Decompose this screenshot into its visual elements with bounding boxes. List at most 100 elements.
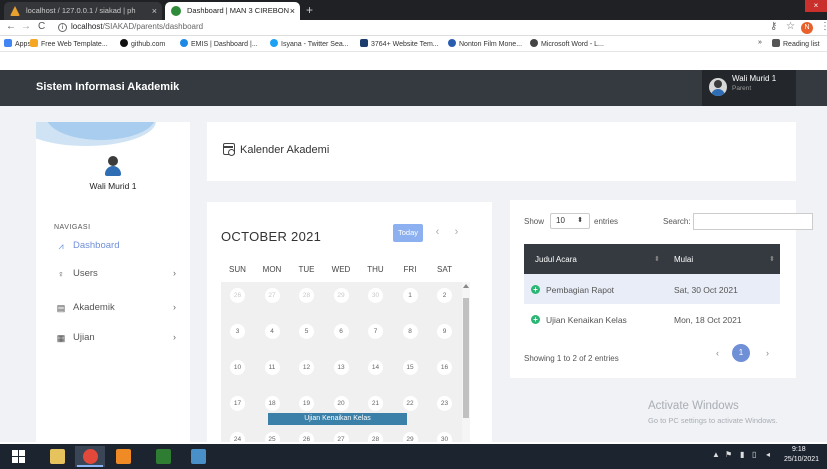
column-header-mulai[interactable]: Mulai <box>674 255 693 264</box>
tray-up-arrow-icon[interactable]: ▲ <box>712 450 720 459</box>
day-cell[interactable]: 4 <box>256 318 289 353</box>
taskbar-file-explorer[interactable] <box>42 446 72 467</box>
day-cell[interactable]: 3 <box>221 318 254 353</box>
taskbar-excel[interactable] <box>148 446 178 467</box>
day-cell[interactable]: 10 <box>221 354 254 389</box>
tray-network-icon[interactable]: ▯ <box>752 450 756 459</box>
day-cell[interactable]: 15 <box>394 354 427 389</box>
day-cell[interactable]: 25 <box>256 426 289 442</box>
day-cell[interactable]: 13 <box>325 354 358 389</box>
profile-avatar[interactable]: N <box>801 22 813 34</box>
pagination-next-button[interactable]: › <box>766 348 769 358</box>
sidebar-item-ujian[interactable]: ▦ Ujian › <box>56 332 176 346</box>
taskbar-date[interactable]: 25/10/2021 <box>784 456 819 463</box>
taskbar-time[interactable]: 9:18 <box>792 446 806 453</box>
windows-start-icon[interactable] <box>12 450 25 463</box>
day-cell[interactable]: 26 <box>290 426 323 442</box>
bookmark-free-web-template[interactable]: Free Web Template... <box>30 39 108 48</box>
day-cell[interactable]: 27 <box>325 426 358 442</box>
forward-arrow-icon[interactable]: → <box>21 21 31 32</box>
menu-dots-icon[interactable]: ⋮ <box>820 21 827 32</box>
day-cell[interactable]: 29 <box>325 282 358 317</box>
day-cell[interactable]: 28 <box>359 426 392 442</box>
url-field[interactable]: i localhost/SIAKAD/parents/dashboard <box>58 22 203 32</box>
brand-title[interactable]: Sistem Informasi Akademik <box>36 81 179 93</box>
day-number: 24 <box>230 432 245 442</box>
entries-select[interactable]: 10 ⬍ <box>550 213 590 229</box>
bookmark-website-template[interactable]: 3764+ Website Tem... <box>360 39 439 48</box>
expand-plus-icon[interactable]: + <box>531 285 540 294</box>
info-icon[interactable]: i <box>58 23 67 32</box>
day-number: 3 <box>230 324 245 339</box>
back-arrow-icon[interactable]: ← <box>6 21 16 32</box>
tray-flag-icon[interactable]: ⚑ <box>725 450 732 459</box>
day-cell[interactable]: 26 <box>221 282 254 317</box>
day-cell[interactable]: 5 <box>290 318 323 353</box>
day-of-week-3: WED <box>324 259 358 281</box>
event-start: Mon, 18 Oct 2021 <box>674 315 742 325</box>
taskbar-chrome[interactable] <box>75 446 105 467</box>
bookmark-github[interactable]: github.com <box>120 39 165 48</box>
reload-icon[interactable]: C <box>38 21 45 32</box>
day-cell[interactable]: 7 <box>359 318 392 353</box>
day-cell[interactable]: 30 <box>359 282 392 317</box>
pagination-current-page[interactable]: 1 <box>732 344 750 362</box>
app-body: Wali Murid 1 NAVIGASI ⩘ Dashboard ♀ User… <box>0 106 827 442</box>
day-cell[interactable]: 29 <box>394 426 427 442</box>
tab-close-icon[interactable]: × <box>152 2 157 20</box>
day-cell[interactable]: 8 <box>394 318 427 353</box>
day-cell[interactable]: 11 <box>256 354 289 389</box>
tray-signal-icon[interactable]: ▮ <box>740 450 744 459</box>
search-input[interactable] <box>693 213 813 230</box>
scroll-thumb[interactable] <box>463 298 469 418</box>
day-cell[interactable]: 14 <box>359 354 392 389</box>
table-row[interactable]: + Pembagian Rapot Sat, 30 Oct 2021 <box>524 274 780 304</box>
bookmark-nonton-film[interactable]: Nonton Film Mone... <box>448 39 522 48</box>
tab-close-icon[interactable]: × <box>290 2 295 20</box>
day-cell[interactable]: 27 <box>256 282 289 317</box>
bookmark-microsoft-word[interactable]: Microsoft Word - L... <box>530 39 604 48</box>
day-cell[interactable]: 28 <box>290 282 323 317</box>
browser-tab-phpmyadmin[interactable]: localhost / 127.0.0.1 / siakad | ph × <box>4 2 162 20</box>
next-month-button[interactable]: › <box>448 224 465 242</box>
column-header-judul[interactable]: Judul Acara <box>535 255 577 264</box>
day-cell[interactable]: 17 <box>221 390 254 425</box>
day-cell[interactable]: 2 <box>428 282 461 317</box>
table-row[interactable]: + Ujian Kenaikan Kelas Mon, 18 Oct 2021 <box>524 304 780 334</box>
day-cell[interactable]: 6 <box>325 318 358 353</box>
day-cell[interactable]: 24 <box>221 426 254 442</box>
calendar-event[interactable]: Ujian Kenaikan Kelas <box>268 413 407 425</box>
bookmark-apps[interactable]: Apps <box>4 39 31 48</box>
more-bookmarks-button[interactable]: » <box>758 39 762 46</box>
tray-volume-icon[interactable]: ◂ <box>766 450 770 459</box>
user-menu[interactable]: Wali Murid 1 Parent <box>702 70 796 106</box>
taskbar-notes[interactable] <box>183 446 213 467</box>
sidebar-item-users[interactable]: ♀ Users › <box>56 268 176 282</box>
reading-list-button[interactable]: Reading list <box>772 39 820 48</box>
chevron-right-icon: › <box>173 268 176 278</box>
today-button[interactable]: Today <box>393 224 423 242</box>
day-cell[interactable]: 30 <box>428 426 461 442</box>
expand-plus-icon[interactable]: + <box>531 315 540 324</box>
sort-icon[interactable]: ⬍ <box>769 255 775 263</box>
day-cell[interactable]: 9 <box>428 318 461 353</box>
new-tab-button[interactable]: + <box>306 2 313 18</box>
taskbar-app-orange[interactable] <box>108 446 138 467</box>
pagination-prev-button[interactable]: ‹ <box>716 348 719 358</box>
day-cell[interactable]: 16 <box>428 354 461 389</box>
window-close-button[interactable]: × <box>805 0 827 12</box>
sidebar-item-dashboard[interactable]: ⩘ Dashboard <box>56 240 176 254</box>
sidebar-item-akademik[interactable]: ▤ Akademik › <box>56 302 176 316</box>
sort-icon[interactable]: ⬍ <box>654 255 660 263</box>
calendar-scrollbar[interactable] <box>462 282 470 442</box>
prev-month-button[interactable]: ‹ <box>429 224 446 242</box>
bookmark-emis[interactable]: EMIS | Dashboard |... <box>180 39 258 48</box>
key-icon[interactable]: ⚷ <box>770 21 777 32</box>
day-cell[interactable]: 12 <box>290 354 323 389</box>
bookmark-twitter[interactable]: Isyana - Twitter Sea... <box>270 39 349 48</box>
scroll-up-icon[interactable] <box>463 284 469 288</box>
star-icon[interactable]: ☆ <box>786 21 795 32</box>
browser-tab-dashboard[interactable]: Dashboard | MAN 3 CIREBON × <box>165 2 300 20</box>
day-cell[interactable]: 1 <box>394 282 427 317</box>
day-cell[interactable]: 23 <box>428 390 461 425</box>
